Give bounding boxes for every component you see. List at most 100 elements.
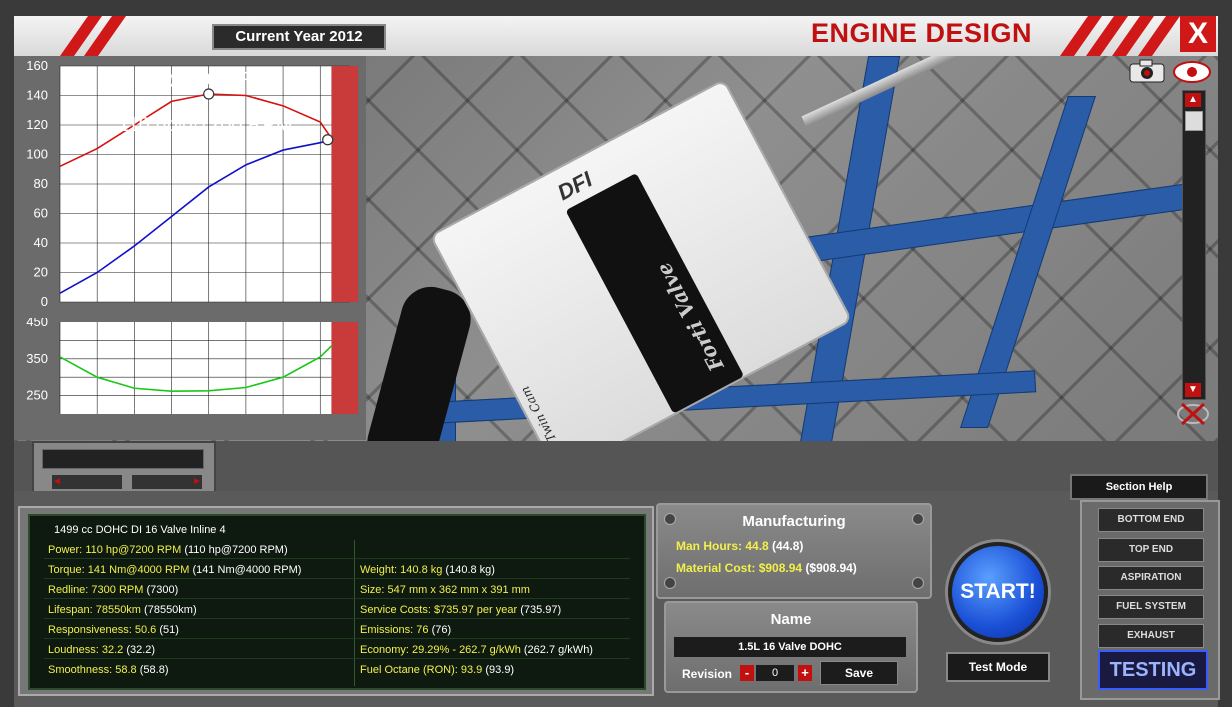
stat-value: 140.8 kg [400,564,443,576]
section-top-end-button[interactable]: TOP END [1098,538,1204,562]
stat-value: $735.97 per year [433,604,518,616]
stat-row: Emissions: 76 (76) [360,624,451,636]
stat-value: 78550km [95,604,141,616]
engine-name-input[interactable]: 1.5L 16 Valve DOHC [674,637,906,657]
section-bottom-end-button[interactable]: BOTTOM END [1098,508,1204,532]
stat-value: 50.6 [134,624,157,636]
title-bar [14,16,1218,58]
chart-plot-area [60,322,350,414]
section-fuel-system-button[interactable]: FUEL SYSTEM [1098,595,1204,619]
zoom-scrollbar[interactable]: ▲ ▼ [1182,90,1206,400]
section-testing-button[interactable]: TESTING [1098,650,1208,690]
stat-row: Fuel Octane (RON): 93.9 (93.9) [360,664,514,676]
valve-cover-strip [565,172,745,414]
y-tick-label: 0 [41,294,48,309]
redline-zone [331,322,358,414]
section-nav: BOTTOM END TOP END ASPIRATION FUEL SYSTE… [1080,500,1220,700]
rivet [664,577,676,589]
hide-view-icon[interactable] [1176,400,1210,428]
preset-field[interactable] [42,449,204,469]
y-tick-label: 250 [26,388,48,403]
scroll-up-icon[interactable]: ▲ [1185,93,1201,107]
stat-separator [44,638,630,639]
y-tick-label: 40 [34,235,48,250]
stat-separator [44,598,630,599]
stats-divider [354,540,355,686]
stat-label: Weight: [360,564,398,576]
name-title: Name [770,611,812,628]
revision-minus-button[interactable]: - [740,665,754,681]
y-tick-label: 120 [26,117,48,132]
stat-row: Responsiveness: 50.6 (51) [48,624,179,636]
y-tick-label: 100 [26,147,48,162]
stat-separator [44,618,630,619]
material-cost-value: $908.94 [758,561,803,575]
section-help-button[interactable]: Section Help [1070,474,1208,500]
stat-reference-value: (140.8 kg) [445,564,495,576]
stat-row: Torque: 141 Nm@4000 RPM (141 Nm@4000 RPM… [48,564,301,576]
start-button[interactable]: START! [948,542,1048,642]
peak-marker [322,134,334,146]
valve-cover-small-script: Twin Cam [517,383,559,441]
manufacturing-title: Manufacturing [742,513,846,530]
stat-row: Redline: 7300 RPM (7300) [48,584,178,596]
revision-plus-button[interactable]: + [798,665,812,681]
revision-label: Revision [682,667,733,681]
stat-separator [44,558,630,559]
x-tick-label: 6000 [271,403,295,415]
stat-reference-value: (7300) [146,584,179,596]
y-tick-label: 20 [34,265,48,280]
stat-value: 76 [416,624,429,636]
stat-separator [44,578,630,579]
stat-label: Loudness: [48,644,99,656]
test-mode-button[interactable]: Test Mode [946,652,1050,682]
material-cost-row: Material Cost: $908.94 ($908.94) [676,561,857,575]
scroll-down-icon[interactable]: ▼ [1185,383,1201,397]
stat-label: Smoothness: [48,664,113,676]
stat-label: Economy: [360,644,409,656]
y-tick-label: 60 [34,206,48,221]
stat-label: Size: [360,584,385,596]
camera-icon[interactable] [1128,58,1166,84]
stat-label: Torque: [48,564,85,576]
stat-reference-value: (78550km) [144,604,197,616]
y-tick-label: 450 [26,318,48,329]
stat-row: Economy: 29.29% - 262.7 g/kWh (262.7 g/k… [360,644,593,656]
stat-reference-value: (93.9) [485,664,515,676]
eye-icon[interactable] [1172,60,1212,84]
save-button[interactable]: Save [820,661,898,685]
section-aspiration-button[interactable]: ASPIRATION [1098,566,1204,590]
performance-chart-panel: 160 140 120 100 80 60 40 20 0 141 Nm@4000 RPM 11… [14,56,366,440]
stat-reference-value: (110 hp@7200 RPM) [184,544,288,556]
man-hours-value: 44.8 [745,539,769,553]
stat-label: Lifespan: [48,604,93,616]
stat-separator [44,658,630,659]
y-tick-label: 160 [26,58,48,73]
y-tick-label: 350 [26,351,48,366]
scroll-thumb[interactable] [1185,111,1203,131]
stat-reference-value: (262.7 g/kWh) [523,644,593,656]
stat-reference-value: (735.97) [520,604,562,616]
torque-peak-label: 141 Nm@4000 RPM [98,69,283,91]
stat-value: 32.2 [101,644,124,656]
preset-prev-icon[interactable]: ◄ [52,475,122,489]
stat-label: Redline: [48,584,89,596]
revision-value: 0 [756,665,794,681]
stat-label: Emissions: [360,624,414,636]
x-tick-label: 4000 [196,403,220,415]
stat-label: Service Costs: [360,604,431,616]
close-button[interactable]: X [1180,16,1216,52]
rivet [912,577,924,589]
stat-reference-value: (51) [159,624,179,636]
redline-zone [331,66,358,302]
y-tick-label: 140 [26,88,48,103]
y-tick-label: 80 [34,176,48,191]
name-panel: Name 1.5L 16 Valve DOHC Revision - 0 + S… [664,601,918,693]
section-exhaust-button[interactable]: EXHAUST [1098,624,1204,648]
manufacturing-panel: Manufacturing Man Hours: 44.8 (44.8) Mat… [656,503,932,599]
preset-next-icon[interactable]: ► [132,475,202,489]
stat-value: 547 mm x 362 mm x 391 mm [387,584,530,596]
stat-label: Fuel Octane (RON): [360,664,458,676]
stat-reference-value: (58.8) [139,664,169,676]
material-cost-label: Material Cost: [676,561,756,575]
